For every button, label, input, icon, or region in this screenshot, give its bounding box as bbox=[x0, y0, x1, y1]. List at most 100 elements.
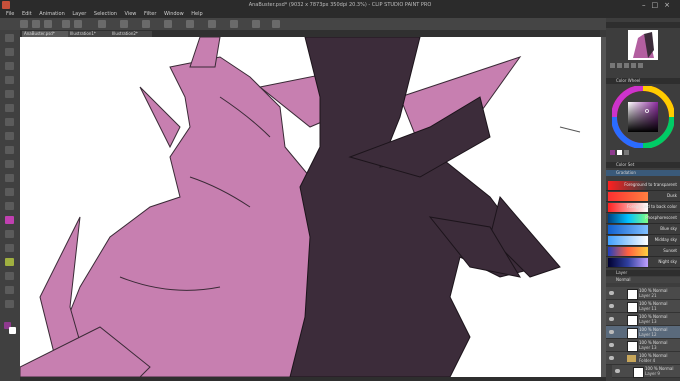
menu-layer[interactable]: Layer bbox=[72, 10, 86, 18]
layer-thumbnail bbox=[627, 341, 638, 352]
figure-tool-icon[interactable] bbox=[5, 230, 14, 238]
fill-icon[interactable] bbox=[120, 20, 128, 28]
gradient-swatch bbox=[608, 236, 648, 245]
undo-icon[interactable] bbox=[62, 20, 70, 28]
brush-tool-icon[interactable] bbox=[5, 132, 14, 140]
menu-window[interactable]: Window bbox=[164, 10, 184, 18]
layer-row[interactable]: 100 % Normal Layer 13 bbox=[606, 313, 680, 326]
gradient-item[interactable]: Blue sky bbox=[606, 224, 680, 235]
minimize-icon[interactable]: – bbox=[642, 1, 652, 9]
menu-file[interactable]: File bbox=[6, 10, 14, 18]
gradient-swatch bbox=[608, 247, 648, 256]
sub-color-swatch[interactable] bbox=[9, 327, 16, 334]
redo-icon[interactable] bbox=[74, 20, 82, 28]
open-icon[interactable] bbox=[32, 20, 40, 28]
layer-row[interactable]: 100 % Normal Layer 13 bbox=[606, 339, 680, 352]
menu-selection[interactable]: Selection bbox=[94, 10, 117, 18]
gradient-label: Blue sky bbox=[660, 226, 677, 231]
eye-icon[interactable] bbox=[615, 369, 620, 373]
layer-thumbnail bbox=[633, 367, 644, 378]
deselect-icon[interactable] bbox=[164, 20, 172, 28]
eye-icon[interactable] bbox=[609, 304, 614, 308]
zoom-in-icon[interactable] bbox=[617, 63, 622, 68]
airbrush-tool-icon[interactable] bbox=[5, 146, 14, 154]
layer-row[interactable]: 100 % Normal Layer 11 bbox=[606, 300, 680, 313]
zoom-tool-icon[interactable] bbox=[5, 34, 14, 42]
menu-bar: File Edit Animation Layer Selection View… bbox=[0, 10, 680, 18]
menu-view[interactable]: View bbox=[125, 10, 137, 18]
eraser-tool-icon[interactable] bbox=[5, 174, 14, 182]
layer-row[interactable]: 100 % Normal Layer 21 bbox=[606, 287, 680, 300]
pencil-tool-icon[interactable] bbox=[5, 118, 14, 126]
eye-icon[interactable] bbox=[609, 291, 614, 295]
dropdown-icon[interactable] bbox=[272, 20, 280, 28]
color-wheel-header: Color Wheel bbox=[606, 78, 680, 84]
layer-folder-row[interactable]: 100 % Normal Folder 4 bbox=[606, 352, 680, 365]
menu-animation[interactable]: Animation bbox=[39, 10, 65, 18]
menu-filter[interactable]: Filter bbox=[144, 10, 156, 18]
frame-tool-icon[interactable] bbox=[5, 244, 14, 252]
close-icon[interactable]: × bbox=[664, 1, 676, 9]
status-bar bbox=[20, 377, 606, 381]
lasso-tool-icon[interactable] bbox=[5, 76, 14, 84]
snap-icon[interactable] bbox=[208, 20, 216, 28]
flip-icon[interactable] bbox=[638, 63, 643, 68]
zoom-out-icon[interactable] bbox=[610, 63, 615, 68]
correct-line-tool-icon[interactable] bbox=[5, 300, 14, 308]
gradient-tool-icon[interactable] bbox=[5, 216, 14, 224]
eyedropper-tool-icon[interactable] bbox=[5, 90, 14, 98]
eye-icon[interactable] bbox=[609, 343, 614, 347]
gradient-label: Midday sky bbox=[654, 237, 677, 242]
drawing-canvas[interactable] bbox=[20, 37, 601, 377]
maximize-icon[interactable]: □ bbox=[652, 1, 665, 9]
gradient-item[interactable]: Dusk bbox=[606, 191, 680, 202]
gradient-label: Phosphorescent bbox=[645, 215, 677, 220]
layer-row-selected[interactable]: 100 % Normal Layer 12 bbox=[606, 326, 680, 339]
clear-icon[interactable] bbox=[98, 20, 106, 28]
gradient-swatch bbox=[608, 192, 648, 201]
invert-selection-icon[interactable] bbox=[186, 20, 194, 28]
layer-blend-mode[interactable]: Normal bbox=[606, 277, 680, 283]
main-color-chip[interactable] bbox=[610, 150, 615, 155]
color-wheel[interactable] bbox=[612, 86, 674, 148]
gradient-label: Foreground to transparent bbox=[624, 182, 677, 187]
gradient-label: Foreground to back color bbox=[627, 204, 677, 209]
move-tool-icon[interactable] bbox=[5, 48, 14, 56]
menu-edit[interactable]: Edit bbox=[22, 10, 32, 18]
new-file-icon[interactable] bbox=[20, 20, 28, 28]
blend-tool-icon[interactable] bbox=[5, 188, 14, 196]
rotate-icon[interactable] bbox=[631, 63, 636, 68]
decoration-tool-icon[interactable] bbox=[5, 160, 14, 168]
eye-icon[interactable] bbox=[609, 317, 614, 321]
title-bar: AnaBuster.psd* (9032 x 7873px 350dpi 20.… bbox=[0, 0, 680, 10]
pen-tool-icon[interactable] bbox=[5, 104, 14, 112]
eye-icon[interactable] bbox=[609, 356, 614, 360]
transform-icon[interactable] bbox=[142, 20, 150, 28]
grid-icon[interactable] bbox=[252, 20, 260, 28]
menu-help[interactable]: Help bbox=[191, 10, 202, 18]
layer-panel-header: Layer bbox=[606, 270, 680, 276]
gradient-item[interactable]: Foreground to back color bbox=[606, 202, 680, 213]
gradient-item[interactable]: Foreground to transparent bbox=[606, 180, 680, 191]
layer-row[interactable]: 100 % Normal Layer 9 bbox=[612, 365, 680, 378]
save-icon[interactable] bbox=[44, 20, 52, 28]
gradient-set-tab[interactable]: Gradation bbox=[606, 170, 680, 176]
layer-thumbnail bbox=[627, 289, 638, 300]
select-tool-icon[interactable] bbox=[5, 62, 14, 70]
gradient-item[interactable]: Sunset bbox=[606, 246, 680, 257]
gradient-item[interactable]: Midday sky bbox=[606, 235, 680, 246]
balloon-tool-icon[interactable] bbox=[5, 286, 14, 294]
layer-thumbnail bbox=[627, 302, 638, 313]
eye-icon[interactable] bbox=[609, 330, 614, 334]
gradient-item[interactable]: Night sky bbox=[606, 257, 680, 268]
sub-color-chip[interactable] bbox=[617, 150, 622, 155]
gradient-item[interactable]: Phosphorescent bbox=[606, 213, 680, 224]
window-title: AnaBuster.psd* (9032 x 7873px 350dpi 20.… bbox=[248, 2, 432, 8]
text-tool-icon[interactable] bbox=[5, 272, 14, 280]
transparent-color-icon[interactable] bbox=[624, 150, 629, 155]
fit-icon[interactable] bbox=[624, 63, 629, 68]
ruler-icon[interactable] bbox=[230, 20, 238, 28]
fill-tool-icon[interactable] bbox=[5, 202, 14, 210]
layer-name: Layer 9 bbox=[645, 371, 660, 376]
ruler-tool-icon[interactable] bbox=[5, 258, 14, 266]
